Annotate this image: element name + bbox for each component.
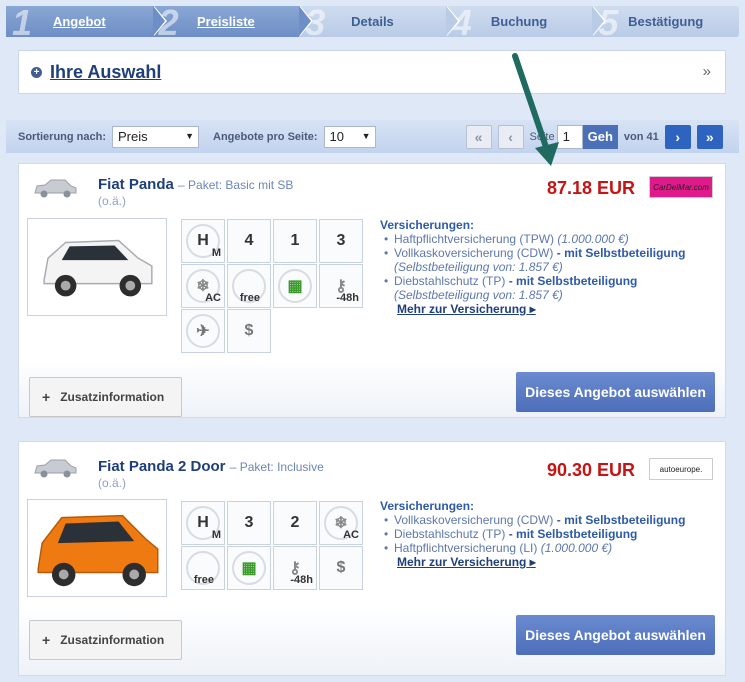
min-age-48h-icon: ⚷ -48h — [319, 264, 363, 308]
sort-select[interactable]: Preis ▼ — [112, 125, 200, 148]
manual-gear-icon: HM — [181, 219, 225, 263]
chevron-right-icon[interactable]: » — [703, 63, 711, 80]
feature-icons: HM 3 2 ❄ AC free ▦ ⚷ -48h $ — [181, 501, 364, 590]
min-age-48h-icon: ⚷ -48h — [273, 546, 317, 590]
one-way-fee-icon: $ — [227, 309, 271, 353]
supplier-name: autoeurope. — [659, 464, 703, 474]
more-insurance-link[interactable]: Mehr zur Versicherung ▸ — [380, 555, 685, 569]
insurance-item: Vollkaskoversicherung (CDW) - mit Selbst… — [380, 246, 685, 260]
package-label: – Paket: — [229, 460, 274, 474]
sort-label: Sortierung nach: — [18, 130, 107, 143]
chevron-down-icon: ▼ — [361, 130, 371, 141]
price: 90.30 EUR — [547, 460, 636, 480]
sort-toolbar: Sortierung nach: Preis ▼ Angebote pro Se… — [6, 120, 739, 153]
air-conditioning-icon: ❄ AC — [319, 501, 363, 545]
offer-card: Fiat Panda – Paket: Basic mit SB (o.ä.) … — [18, 163, 726, 418]
go-button[interactable]: Geh — [582, 124, 618, 149]
offer-card: Fiat Panda 2 Door – Paket: Inclusive (o.… — [18, 441, 726, 676]
supplier-logo: CarDelMar.com — [649, 176, 713, 198]
airport-fee-icon: ✈ — [181, 309, 225, 353]
annotation-arrow-icon — [512, 53, 559, 166]
select-offer-button[interactable]: Dieses Angebot auswählen — [516, 372, 715, 412]
insurance-item: Haftpflichtversicherung (TPW) (1.000.000… — [380, 232, 685, 246]
step-bestaetigung: 5 Bestätigung — [592, 2, 739, 43]
car-photo — [27, 499, 167, 597]
free-mileage-icon: free — [227, 264, 271, 308]
additional-info-button[interactable]: + Zusatzinformation — [29, 377, 182, 417]
last-page-button[interactable]: » — [696, 124, 723, 149]
3-suitcase-icon: 3 — [319, 219, 363, 263]
air-conditioning-icon: ❄ AC — [181, 264, 225, 308]
fuel-policy-icon: ▦ — [273, 264, 317, 308]
booking-steps: 1 Angebot 2 Preisliste 3 Details 4 Buchu… — [6, 2, 739, 43]
selection-title[interactable]: Ihre Auswahl — [50, 62, 161, 83]
sort-value: Preis — [118, 129, 148, 144]
page-total: von 41 — [623, 130, 659, 143]
deductible-note: (Selbstbeteiligung von: 1.857 €) — [394, 260, 563, 274]
4-doors-icon: 4 — [227, 219, 271, 263]
step-label[interactable]: Preisliste — [197, 14, 255, 29]
expand-icon[interactable]: + — [31, 66, 42, 78]
or-similar-label: (o.ä.) — [98, 476, 127, 490]
fuel-policy-icon: ▦ — [227, 546, 271, 590]
free-mileage-icon: free — [181, 546, 225, 590]
deductible-note: (Selbstbeteiligung von: 1.857 €) — [394, 288, 563, 302]
car-category-icon — [34, 179, 77, 198]
additional-info-button[interactable]: + Zusatzinformation — [29, 620, 182, 660]
insurance-title: Versicherungen: — [380, 499, 475, 513]
per-page-select[interactable]: 10 ▼ — [323, 125, 376, 148]
more-insurance-link[interactable]: Mehr zur Versicherung ▸ — [380, 302, 685, 316]
insurance-item: Diebstahlschutz (TP) - mit Selbstbeteili… — [380, 527, 685, 541]
step-angebot[interactable]: 1 Angebot — [6, 2, 167, 43]
plus-icon: + — [42, 632, 51, 648]
step-label: Buchung — [490, 14, 548, 29]
3-doors-icon: 3 — [227, 501, 271, 545]
1-luggage-icon: 1 — [273, 219, 317, 263]
step-label[interactable]: Angebot — [53, 14, 106, 29]
one-way-fee-icon: $ — [319, 546, 363, 590]
car-name: Fiat Panda – Paket: Basic mit SB — [98, 176, 293, 193]
or-similar-label: (o.ä.) — [98, 194, 127, 208]
insurance-item: Haftpflichtversicherung (LI) (1.000.000 … — [380, 541, 685, 555]
insurance-item: Diebstahlschutz (TP) - mit Selbstbeteili… — [380, 274, 685, 288]
per-page-label: Angebote pro Seite: — [213, 130, 318, 143]
supplier-name: CarDelMar.com — [653, 182, 709, 192]
select-offer-button[interactable]: Dieses Angebot auswählen — [516, 615, 715, 655]
package-value: Basic mit SB — [225, 178, 294, 192]
insurance-section: Versicherungen: Vollkaskoversicherung (C… — [380, 499, 685, 569]
car-category-icon — [34, 459, 77, 478]
per-page-value: 10 — [329, 129, 344, 144]
car-name: Fiat Panda 2 Door – Paket: Inclusive — [98, 458, 324, 475]
plus-icon: + — [42, 389, 51, 405]
first-page-button[interactable]: « — [465, 124, 492, 149]
car-photo — [27, 218, 167, 316]
feature-icons: HM 4 1 3 ❄ AC free ▦ ⚷ -48h ✈ $ — [181, 219, 364, 353]
insurance-section: Versicherungen: Haftpflichtversicherung … — [380, 218, 685, 316]
insurance-item: Vollkaskoversicherung (CDW) - mit Selbst… — [380, 513, 685, 527]
step-number: 1 — [12, 2, 33, 43]
step-buchung: 4 Buchung — [446, 2, 607, 43]
package-label: – Paket: — [178, 178, 223, 192]
step-label: Bestätigung — [628, 14, 704, 29]
step-preisliste[interactable]: 2 Preisliste — [152, 2, 314, 43]
step-label: Details — [351, 14, 394, 29]
step-details: 3 Details — [299, 2, 460, 43]
insurance-title: Versicherungen: — [380, 218, 475, 232]
package-value: Inclusive — [277, 460, 324, 474]
next-page-button[interactable]: › — [664, 124, 691, 149]
2-luggage-icon: 2 — [273, 501, 317, 545]
car-model: Fiat Panda 2 Door — [98, 458, 226, 475]
arrow-right-icon: ▸ — [529, 302, 536, 316]
supplier-logo: autoeurope. — [649, 458, 713, 480]
chevron-down-icon: ▼ — [185, 130, 195, 141]
car-model: Fiat Panda — [98, 176, 174, 193]
selection-panel[interactable]: + Ihre Auswahl » — [18, 50, 726, 94]
price: 87.18 EUR — [547, 178, 636, 198]
arrow-right-icon: ▸ — [529, 555, 536, 569]
manual-gear-icon: HM — [181, 501, 225, 545]
